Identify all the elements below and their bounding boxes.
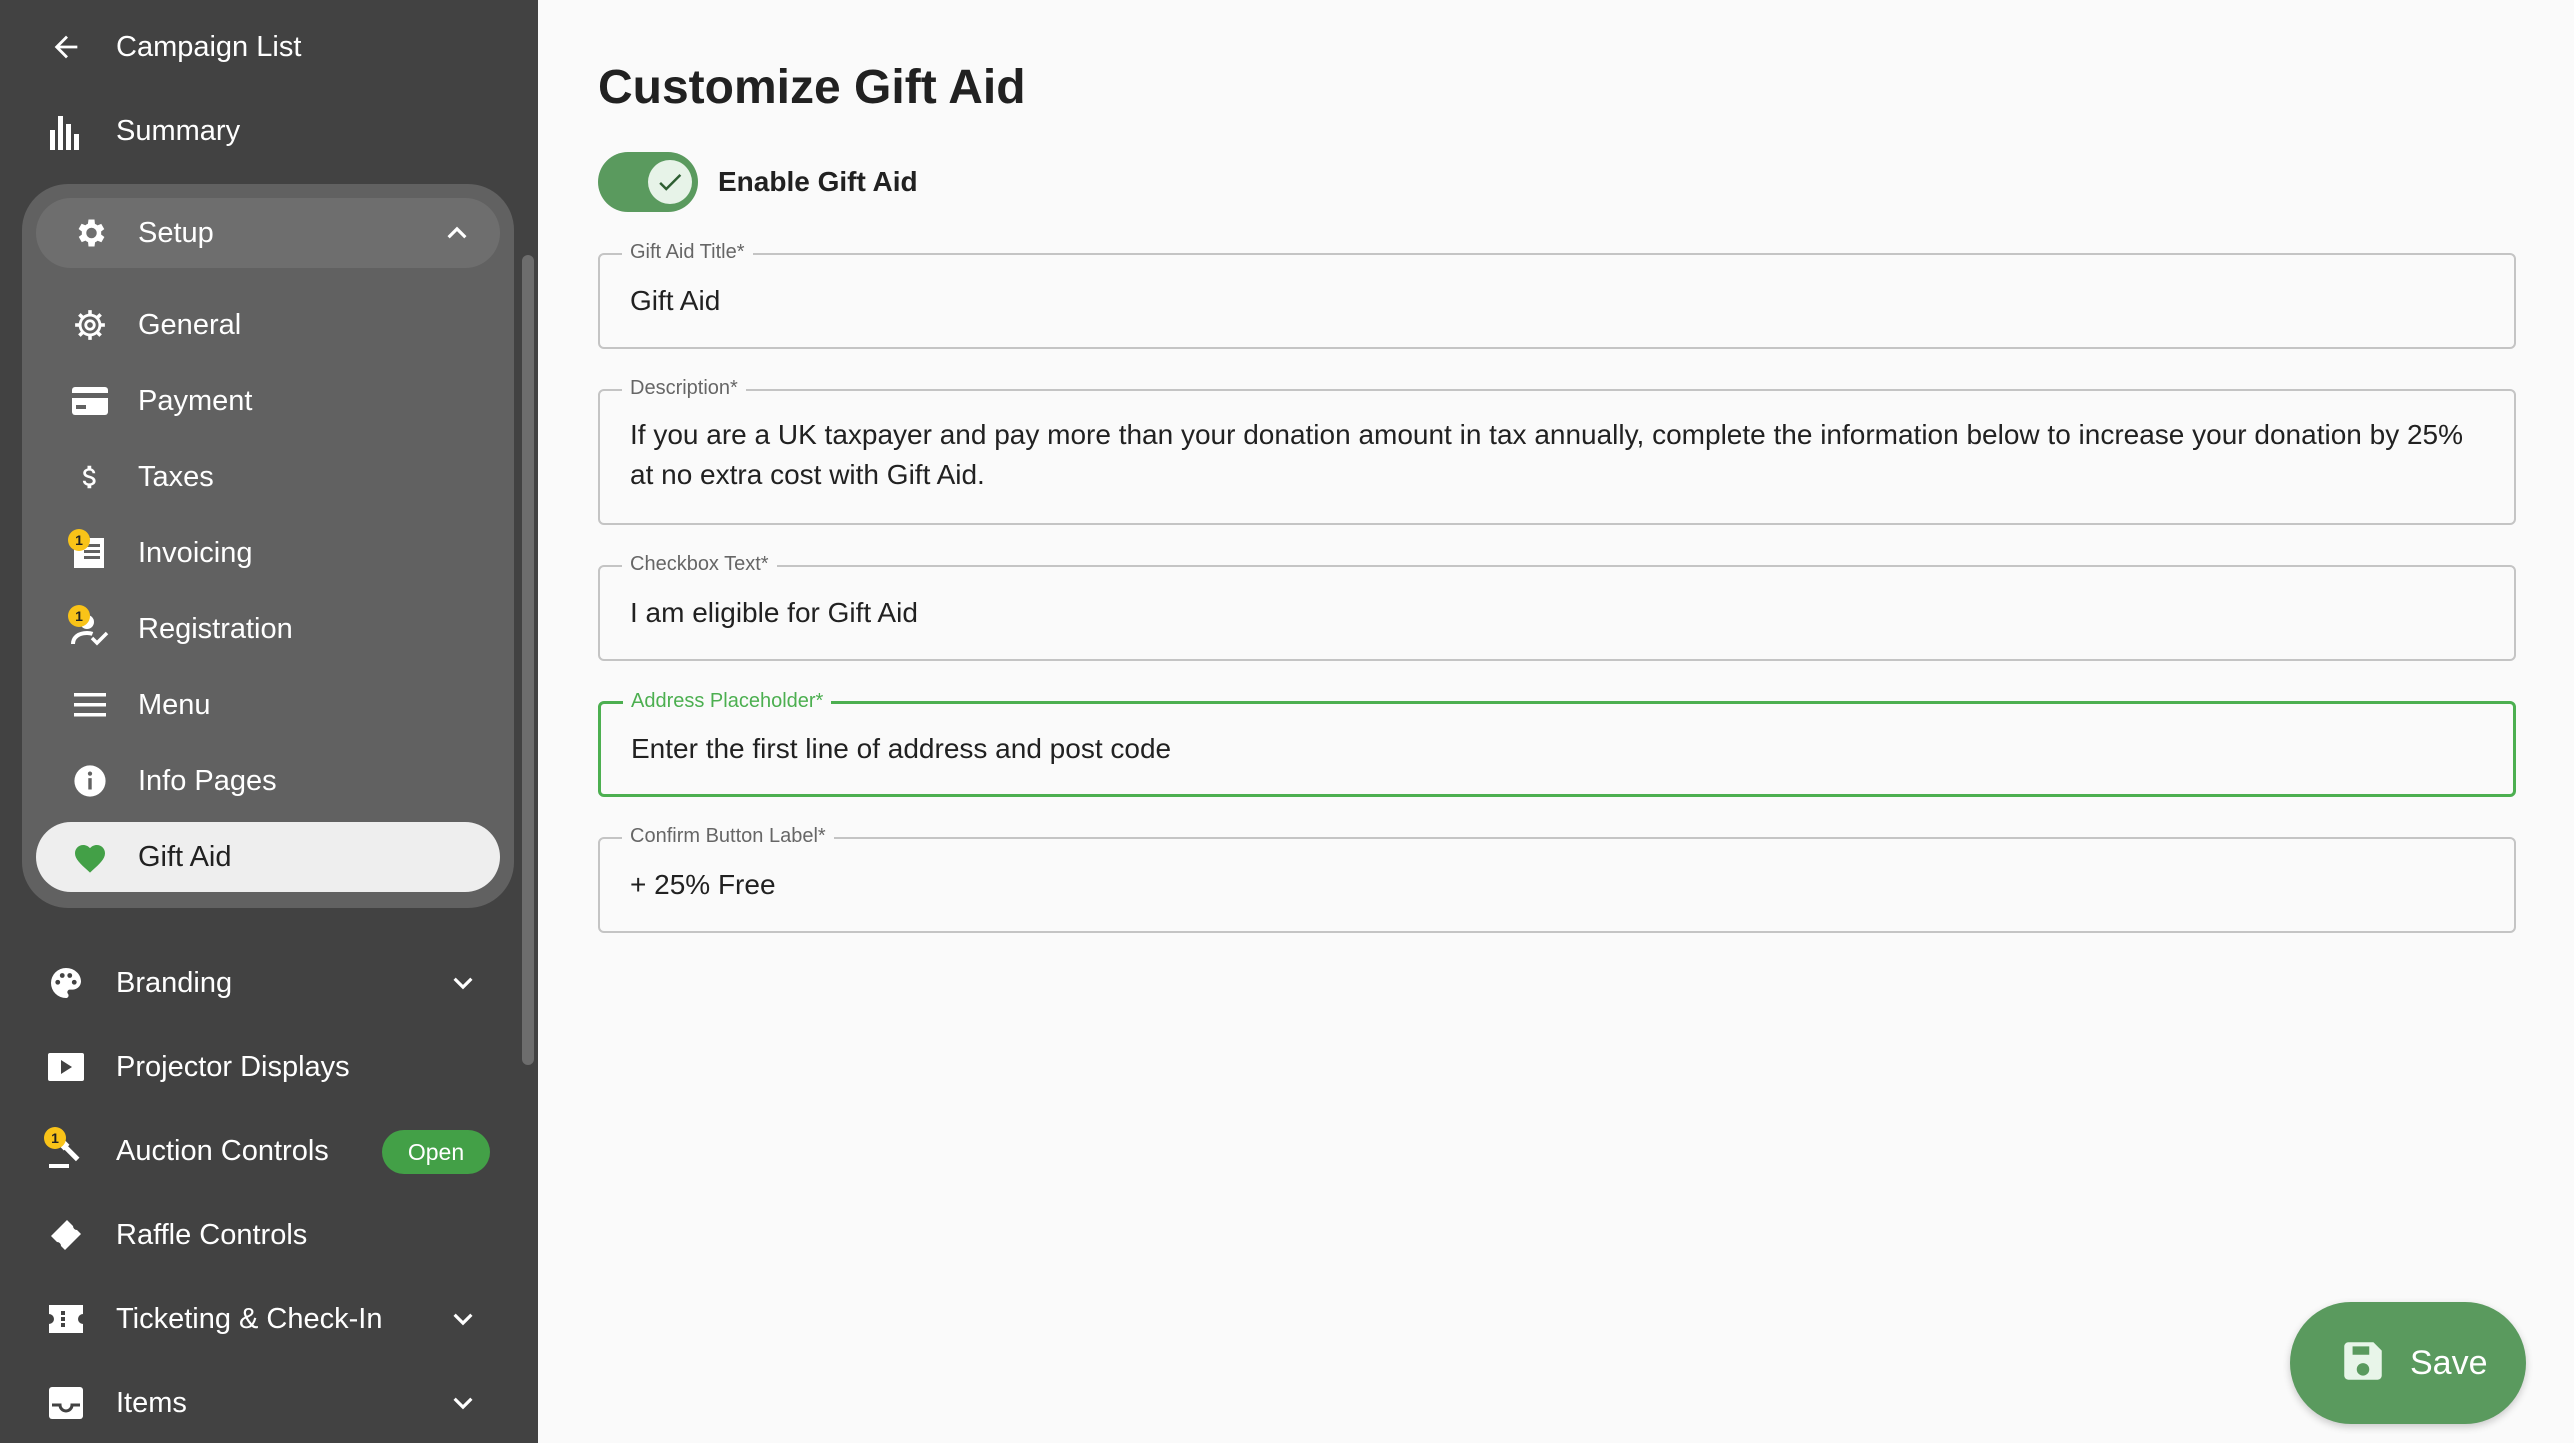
sidebar-item-ticketing[interactable]: Ticketing & Check-In bbox=[0, 1278, 520, 1360]
sidebar-item-label: Projector Displays bbox=[116, 1050, 350, 1083]
sidebar-item-raffle-controls[interactable]: Raffle Controls bbox=[0, 1194, 520, 1276]
sidebar-item-label: Branding bbox=[116, 966, 233, 999]
sidebar-item-label: Summary bbox=[116, 114, 241, 147]
sidebar-item-registration[interactable]: 1 Registration bbox=[36, 594, 500, 664]
play-icon bbox=[46, 1047, 86, 1087]
sidebar-item-label: Taxes bbox=[138, 460, 214, 493]
sidebar-item-payment[interactable]: Payment bbox=[36, 366, 500, 436]
address-placeholder-field[interactable]: Address Placeholder* Enter the first lin… bbox=[598, 690, 2516, 797]
field-label: Address Placeholder* bbox=[623, 690, 832, 713]
chevron-down-icon bbox=[444, 1300, 482, 1338]
toggle-label: Enable Gift Aid bbox=[718, 166, 918, 197]
notification-badge: 1 bbox=[68, 529, 90, 551]
field-value[interactable]: I am eligible for Gift Aid bbox=[630, 593, 2484, 633]
main-content: Customize Gift Aid Enable Gift Aid Gift … bbox=[538, 0, 2574, 1443]
credit-card-icon bbox=[70, 381, 110, 421]
sidebar-item-label: Payment bbox=[138, 384, 253, 417]
setup-section-header[interactable]: Setup bbox=[36, 198, 500, 268]
field-label: Description* bbox=[622, 377, 746, 400]
sidebar-item-invoicing[interactable]: 1 Invoicing bbox=[36, 518, 500, 588]
setup-label: Setup bbox=[138, 216, 214, 249]
notification-badge: 1 bbox=[44, 1127, 66, 1149]
chevron-down-icon bbox=[444, 964, 482, 1002]
save-label: Save bbox=[2410, 1343, 2488, 1382]
sidebar-item-gift-aid[interactable]: Gift Aid bbox=[36, 822, 500, 892]
field-value[interactable]: + 25% Free bbox=[630, 865, 2484, 905]
arrow-left-icon bbox=[46, 27, 86, 67]
sidebar-item-items[interactable]: Items bbox=[0, 1362, 520, 1443]
sidebar-item-info-pages[interactable]: Info Pages bbox=[36, 746, 500, 816]
toggle-knob bbox=[648, 160, 692, 204]
sidebar-item-projector-displays[interactable]: Projector Displays bbox=[0, 1026, 520, 1108]
save-button[interactable]: Save bbox=[2290, 1302, 2526, 1424]
gavel-icon: 1 bbox=[44, 1127, 86, 1171]
confirm-button-label-field[interactable]: Confirm Button Label* + 25% Free bbox=[598, 825, 2516, 933]
sidebar-item-label: General bbox=[138, 308, 242, 341]
dollar-icon bbox=[70, 457, 110, 497]
menu-lines-icon bbox=[70, 685, 110, 725]
field-value[interactable]: Gift Aid bbox=[630, 281, 2484, 321]
info-icon bbox=[70, 761, 110, 801]
sidebar-item-label: Ticketing & Check-In bbox=[116, 1302, 383, 1335]
person-check-icon: 1 bbox=[68, 605, 110, 649]
field-label: Checkbox Text* bbox=[622, 553, 777, 576]
sidebar-scrollbar[interactable] bbox=[522, 255, 534, 1065]
sidebar-item-summary[interactable]: Summary bbox=[0, 90, 520, 172]
invoice-icon: 1 bbox=[68, 529, 110, 573]
notification-badge: 1 bbox=[68, 605, 90, 627]
sidebar-item-label: Menu bbox=[138, 688, 211, 721]
field-label: Gift Aid Title* bbox=[622, 241, 753, 264]
gear-outline-icon bbox=[70, 305, 110, 345]
checkbox-text-field[interactable]: Checkbox Text* I am eligible for Gift Ai… bbox=[598, 553, 2516, 661]
field-label: Confirm Button Label* bbox=[622, 825, 834, 848]
back-label: Campaign List bbox=[116, 30, 302, 63]
ticket-icon bbox=[46, 1215, 86, 1255]
sidebar-item-label: Items bbox=[116, 1386, 187, 1419]
bar-chart-icon bbox=[46, 111, 86, 151]
palette-icon bbox=[46, 963, 86, 1003]
sidebar-item-label: Info Pages bbox=[138, 764, 277, 797]
sidebar-item-branding[interactable]: Branding bbox=[0, 942, 520, 1024]
sidebar-item-label: Auction Controls bbox=[116, 1134, 329, 1167]
field-value[interactable]: Enter the first line of address and post… bbox=[631, 729, 2483, 769]
gift-aid-title-field[interactable]: Gift Aid Title* Gift Aid bbox=[598, 241, 2516, 349]
sidebar-item-menu[interactable]: Menu bbox=[36, 670, 500, 740]
sidebar-item-label: Raffle Controls bbox=[116, 1218, 308, 1251]
sidebar-item-label: Registration bbox=[138, 612, 293, 645]
sidebar-item-general[interactable]: General bbox=[36, 290, 500, 360]
enable-gift-aid-toggle[interactable] bbox=[598, 152, 698, 212]
page-title: Customize Gift Aid bbox=[598, 61, 1026, 114]
inbox-icon bbox=[46, 1383, 86, 1423]
sidebar-item-label: Gift Aid bbox=[138, 840, 232, 873]
sidebar: Campaign List Summary Setup General Paym… bbox=[0, 0, 538, 1443]
description-field[interactable]: Description* If you are a UK taxpayer an… bbox=[598, 377, 2516, 525]
gear-icon bbox=[70, 213, 110, 253]
chevron-up-icon bbox=[438, 214, 476, 252]
sidebar-item-taxes[interactable]: Taxes bbox=[36, 442, 500, 512]
setup-section: Setup General Payment Taxes 1 Invoicing … bbox=[22, 184, 514, 908]
sidebar-item-label: Invoicing bbox=[138, 536, 253, 569]
heart-icon bbox=[70, 837, 110, 877]
ticket-stub-icon bbox=[46, 1299, 86, 1339]
chevron-down-icon bbox=[444, 1384, 482, 1422]
back-to-campaign-list[interactable]: Campaign List bbox=[0, 6, 520, 88]
save-icon bbox=[2338, 1336, 2388, 1391]
field-value[interactable]: If you are a UK taxpayer and pay more th… bbox=[630, 415, 2484, 495]
check-icon bbox=[659, 174, 682, 191]
auction-status-badge: Open bbox=[382, 1130, 490, 1174]
